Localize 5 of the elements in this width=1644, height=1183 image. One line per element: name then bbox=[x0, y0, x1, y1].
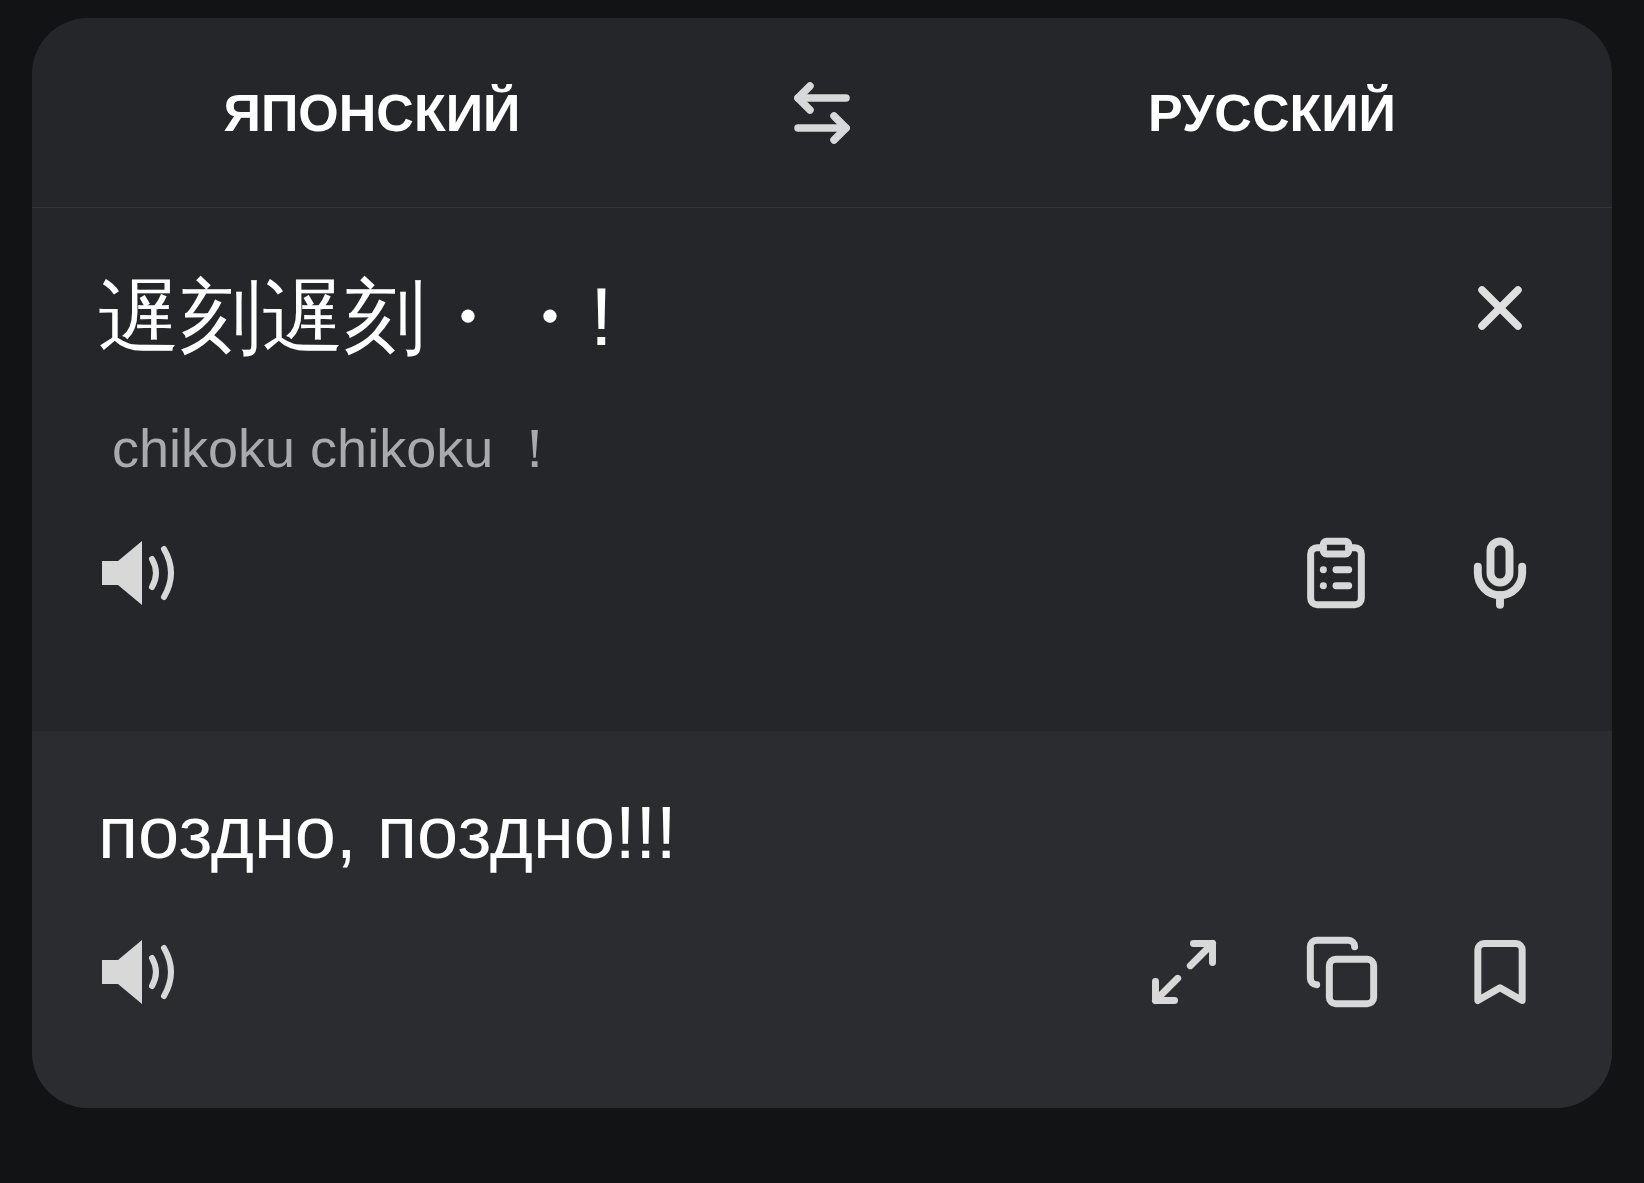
target-language-tab[interactable]: РУССКИЙ bbox=[1072, 73, 1472, 152]
transliteration-text: chikoku chikoku ！ bbox=[112, 417, 564, 481]
source-text-field[interactable]: 遅刻遅刻・・! bbox=[98, 268, 613, 367]
translation-text: поздно, поздно!!! bbox=[98, 790, 678, 876]
source-language-tab[interactable]: ЯПОНСКИЙ bbox=[172, 73, 572, 152]
